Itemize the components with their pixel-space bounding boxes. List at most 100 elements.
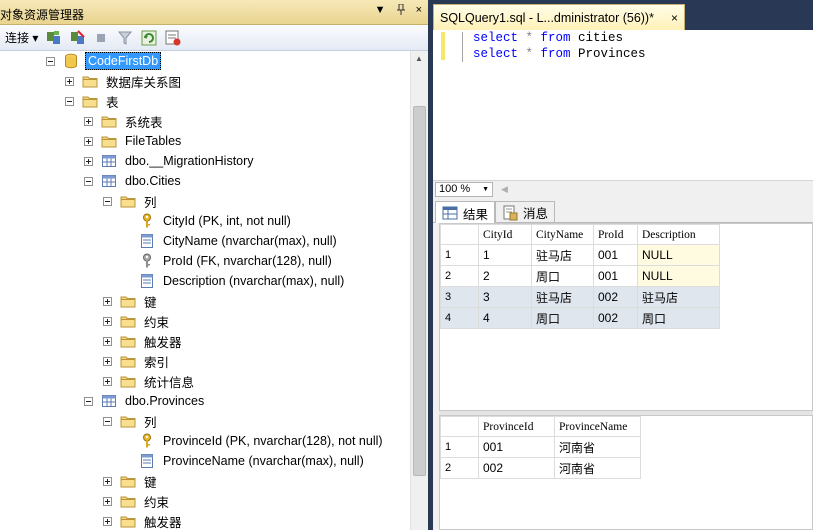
grid-cell[interactable]: 001 — [593, 244, 638, 266]
tree-node[interactable]: ProvinceId (PK, nvarchar(128), not null) — [139, 431, 385, 451]
grid-cell[interactable]: 周口 — [531, 265, 594, 287]
collapse-icon[interactable] — [103, 416, 112, 426]
expand-icon[interactable] — [84, 136, 93, 146]
tree-node[interactable]: 统计信息 — [103, 371, 196, 391]
collapse-icon[interactable] — [46, 56, 55, 66]
tree-node[interactable]: dbo.Cities — [84, 171, 183, 191]
close-icon[interactable]: × — [671, 11, 678, 25]
grid-cell[interactable]: 001 — [593, 265, 638, 287]
tree-node[interactable]: Description (nvarchar(max), null) — [139, 271, 346, 291]
tree-node[interactable]: 数据库关系图 — [65, 71, 183, 91]
table-row[interactable]: 3 3 驻马店 002 驻马店 — [440, 286, 720, 308]
stop-icon[interactable] — [92, 29, 110, 47]
row-number[interactable]: 3 — [440, 286, 479, 308]
scroll-left-icon[interactable]: ◀ — [501, 184, 508, 195]
row-number[interactable]: 4 — [440, 307, 479, 329]
column-header[interactable]: Description — [637, 224, 720, 245]
tree-node[interactable]: 表 — [65, 91, 121, 111]
grid-cell[interactable]: 002 — [478, 457, 555, 479]
expand-icon[interactable] — [103, 496, 112, 506]
grid-cell[interactable]: 河南省 — [554, 436, 641, 458]
expand-icon[interactable] — [103, 476, 112, 486]
expand-icon[interactable] — [84, 156, 93, 166]
grid-cell[interactable]: NULL — [637, 244, 720, 266]
grid-corner[interactable] — [440, 416, 479, 437]
grid-cell[interactable]: 2 — [478, 265, 532, 287]
refresh-icon[interactable] — [140, 29, 158, 47]
result-grid-provinces[interactable]: ProvinceId ProvinceName 1 001 河南省 2 002 河南省 — [439, 415, 813, 530]
row-number[interactable]: 2 — [440, 265, 479, 287]
filter-icon[interactable] — [116, 29, 134, 47]
expand-icon[interactable] — [65, 76, 74, 86]
tree-node[interactable]: 列 — [103, 411, 159, 431]
code-line[interactable]: select * from Provinces — [473, 47, 646, 61]
expand-icon[interactable] — [84, 116, 93, 126]
column-header[interactable]: ProvinceId — [478, 416, 555, 437]
tree-node[interactable]: 触发器 — [103, 331, 184, 351]
expand-icon[interactable] — [103, 296, 112, 306]
grid-cell[interactable]: 驻马店 — [637, 286, 720, 308]
tree-node[interactable]: ProId (FK, nvarchar(128), null) — [139, 251, 334, 271]
expand-icon[interactable] — [103, 316, 112, 326]
tree-node[interactable]: dbo.__MigrationHistory — [84, 151, 256, 171]
tree-node[interactable]: 系统表 — [84, 111, 165, 131]
tree-node[interactable]: CodeFirstDb — [46, 51, 162, 71]
grid-cell[interactable]: 3 — [478, 286, 532, 308]
tree-node[interactable]: 列 — [103, 191, 159, 211]
tree-scrollbar[interactable]: ▲ — [410, 51, 428, 530]
activity-monitor-icon[interactable] — [164, 29, 182, 47]
scrollbar-thumb[interactable] — [413, 106, 426, 476]
tab-sqlquery1[interactable]: SQLQuery1.sql - L...dministrator (56))* … — [433, 4, 685, 30]
tab-results[interactable]: 结果 — [435, 201, 496, 224]
tree-node[interactable]: dbo.Provinces — [84, 391, 206, 411]
tree-node[interactable]: 索引 — [103, 351, 171, 371]
dropdown-icon[interactable]: ▼ — [375, 4, 386, 18]
collapse-icon[interactable] — [84, 396, 93, 406]
grid-cell[interactable]: 4 — [478, 307, 532, 329]
expand-icon[interactable] — [103, 336, 112, 346]
collapse-icon[interactable] — [103, 196, 112, 206]
collapse-icon[interactable] — [84, 176, 93, 186]
tab-messages[interactable]: 消息 — [495, 201, 556, 223]
code-line[interactable]: select * from cities — [473, 31, 623, 45]
grid-cell[interactable]: 002 — [593, 307, 638, 329]
grid-cell[interactable]: 周口 — [637, 307, 720, 329]
tree-node[interactable]: 触发器 — [103, 511, 184, 530]
zoom-select[interactable]: 100 % ▼ — [435, 181, 493, 197]
close-icon[interactable]: × — [416, 4, 422, 18]
scroll-up-icon[interactable]: ▲ — [415, 54, 423, 63]
grid-cell[interactable]: 001 — [478, 436, 555, 458]
row-number[interactable]: 2 — [440, 457, 479, 479]
grid-cell[interactable]: 驻马店 — [531, 244, 594, 266]
tree-node[interactable]: CityId (PK, int, not null) — [139, 211, 293, 231]
table-row[interactable]: 2 2 周口 001 NULL — [440, 265, 720, 287]
connect-icon[interactable] — [44, 29, 62, 47]
grid-cell[interactable]: 周口 — [531, 307, 594, 329]
connect-button[interactable]: 连接 ▾ — [5, 29, 38, 46]
disconnect-icon[interactable] — [68, 29, 86, 47]
tree-node[interactable]: 约束 — [103, 491, 171, 511]
sql-editor[interactable]: select * from cities select * from Provi… — [433, 30, 813, 180]
tree-node[interactable]: 约束 — [103, 311, 171, 331]
tree-node[interactable]: 键 — [103, 471, 159, 491]
row-number[interactable]: 1 — [440, 436, 479, 458]
column-header[interactable]: CityName — [531, 224, 594, 245]
tree-node[interactable]: ProvinceName (nvarchar(max), null) — [139, 451, 366, 471]
grid-cell[interactable]: 1 — [478, 244, 532, 266]
expand-icon[interactable] — [103, 516, 112, 526]
tree-node[interactable]: FileTables — [84, 131, 183, 151]
grid-cell[interactable]: NULL — [637, 265, 720, 287]
row-number[interactable]: 1 — [440, 244, 479, 266]
column-header[interactable]: CityId — [478, 224, 532, 245]
column-header[interactable]: ProvinceName — [554, 416, 641, 437]
grid-cell[interactable]: 002 — [593, 286, 638, 308]
grid-cell[interactable]: 驻马店 — [531, 286, 594, 308]
column-header[interactable]: ProId — [593, 224, 638, 245]
table-row[interactable]: 4 4 周口 002 周口 — [440, 307, 720, 329]
table-row[interactable]: 1 1 驻马店 001 NULL — [440, 244, 720, 266]
tree-node[interactable]: 键 — [103, 291, 159, 311]
table-row[interactable]: 2 002 河南省 — [440, 457, 641, 479]
grid-cell[interactable]: 河南省 — [554, 457, 641, 479]
grid-corner[interactable] — [440, 224, 479, 245]
result-grid-cities[interactable]: CityId CityName ProId Description 1 1 驻马店 001 NU… — [439, 223, 813, 411]
